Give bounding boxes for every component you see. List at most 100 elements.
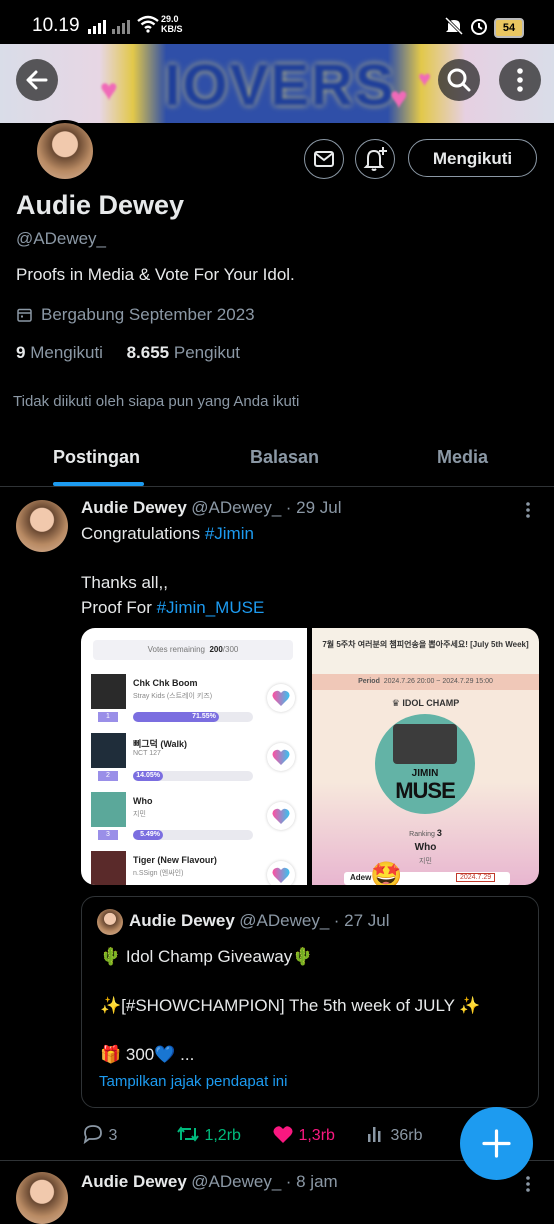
vote-heart-button[interactable] <box>267 743 295 771</box>
album-thumbnail <box>91 851 126 885</box>
heart-decoration-icon: ♥ <box>100 74 118 107</box>
vote-rank: 3 <box>98 830 118 840</box>
more-options-button[interactable] <box>499 59 541 101</box>
retweet-button[interactable]: 1,2rb <box>176 1124 241 1145</box>
following-label: Mengikuti <box>30 343 103 362</box>
vote-song-artist: Stray Kids (스트레이 키즈) <box>133 693 213 700</box>
ranking-value: 3 <box>436 828 442 838</box>
votes-total: /300 <box>222 645 239 654</box>
following-button[interactable]: Mengikuti <box>408 139 537 177</box>
views-button[interactable]: 36rb <box>366 1124 422 1145</box>
album-thumbnail <box>91 792 126 827</box>
vote-progress-fill: 5.49% <box>133 830 163 840</box>
like-button[interactable]: 1,3rb <box>272 1124 335 1145</box>
tweet-line-1: Congratulations #Jimin <box>81 522 254 546</box>
followers-label: Pengikut <box>173 343 241 362</box>
envelope-icon <box>314 151 334 167</box>
heart-decoration-icon: ♥ <box>390 82 408 115</box>
vote-heart-icon <box>272 867 290 883</box>
vote-song-title: Chk Chk Boom <box>133 678 198 688</box>
following-link[interactable]: 9 Mengikuti <box>16 343 103 362</box>
net-speed-value: 29.0 <box>161 14 179 24</box>
tweet-author-name[interactable]: Audie Dewey <box>81 498 187 517</box>
heart-decoration-icon: ♥ <box>418 66 432 91</box>
tweet-line-3: Proof For #Jimin_MUSE <box>81 596 264 620</box>
message-button[interactable] <box>304 139 344 179</box>
vote-song-artist: n.SSign (엔싸인) <box>133 870 184 877</box>
media-image-vote-list[interactable]: Votes remaining 200/300 1 Chk Chk Boom Str… <box>81 628 307 885</box>
tweet-more-icon[interactable] <box>518 500 538 520</box>
quoted-author-name: Audie Dewey <box>129 911 235 930</box>
poll-header: 7월 5주차 여러분의 챔피언송을 뽑아주세요! [July 5th Week] <box>322 640 529 649</box>
album-thumbnail <box>91 674 126 709</box>
mute-icon <box>444 16 464 36</box>
join-date: Bergabung September 2023 <box>41 305 255 324</box>
wifi-icon <box>137 15 159 33</box>
net-speed-unit: KB/S <box>161 24 183 34</box>
signal-icon <box>88 20 130 34</box>
vote-heart-button[interactable] <box>267 861 295 885</box>
notifications-button[interactable] <box>355 139 395 179</box>
profile-bio: Proofs in Media & Vote For Your Idol. <box>16 265 295 284</box>
ranking-label: Ranking <box>409 831 435 838</box>
vote-heart-button[interactable] <box>267 802 295 830</box>
retweet-icon <box>177 1126 199 1142</box>
tweet-header: Audie Dewey @ADewey_ · 29 Jul <box>81 498 341 518</box>
album-art: JIMIN MUSE <box>375 714 475 814</box>
vote-song-title: Tiger (New Flavour) <box>133 855 217 865</box>
tab-media[interactable]: Media <box>437 447 488 468</box>
calendar-icon <box>17 308 32 322</box>
tab-posts[interactable]: Postingan <box>53 447 140 468</box>
tweet-date: · 29 Jul <box>285 498 342 517</box>
tweet-media[interactable]: Votes remaining 200/300 1 Chk Chk Boom Str… <box>81 628 539 885</box>
divider <box>0 486 554 487</box>
back-button[interactable] <box>16 59 58 101</box>
tweet-avatar[interactable] <box>16 500 68 552</box>
profile-name: Audie Dewey <box>16 190 185 220</box>
star-struck-emoji-icon: 🤩 <box>370 860 403 885</box>
retweet-count: 1,2rb <box>204 1127 241 1144</box>
followers-link[interactable]: 8.655 Pengikut <box>127 343 240 362</box>
search-button[interactable] <box>438 59 480 101</box>
album-photo <box>393 724 457 764</box>
vote-heart-icon <box>272 808 290 824</box>
votes-value: 200 <box>209 645 223 654</box>
banner-text: IOVERS <box>164 53 396 118</box>
quoted-tweet[interactable]: Audie Dewey @ADewey_ · 27 Jul 🌵 Idol Cha… <box>81 896 539 1108</box>
period-label: Period <box>358 678 380 685</box>
battery-indicator: 54 <box>494 18 524 38</box>
plus-icon <box>482 1129 511 1158</box>
vote-row[interactable]: 1 Chk Chk Boom Stray Kids (스트레이 키즈) 71.55% <box>81 672 307 727</box>
vote-row[interactable]: 2 삐그덕 (Walk) NCT 127 14.05% <box>81 731 307 786</box>
compose-post-button[interactable] <box>460 1107 533 1180</box>
vote-progress-fill: 14.05% <box>133 771 163 781</box>
vote-progress-bar: 14.05% <box>133 771 253 781</box>
followed-by-note: Tidak diikuti oleh siapa pun yang Anda i… <box>13 393 300 410</box>
quoted-tweet-avatar <box>97 909 123 935</box>
show-poll-link[interactable]: Tampilkan jajak pendapat ini <box>99 1073 287 1090</box>
vote-progress-fill: 71.55% <box>133 712 219 722</box>
vote-row[interactable]: Tiger (New Flavour) n.SSign (엔싸인) <box>81 849 307 885</box>
vote-heart-button[interactable] <box>267 684 295 712</box>
more-vertical-icon <box>517 68 523 92</box>
tweet-author-name[interactable]: Audie Dewey <box>81 1172 187 1191</box>
quoted-line-1: 🌵 Idol Champ Giveaway🌵 <box>100 947 314 966</box>
reply-icon <box>83 1125 102 1145</box>
profile-avatar[interactable] <box>34 120 96 182</box>
hashtag-link[interactable]: #Jimin <box>205 524 254 543</box>
media-image-idol-champ[interactable]: 7월 5주차 여러분의 챔피언송을 뽑아주세요! [July 5th Week]… <box>312 628 539 885</box>
tweet-text: Proof For <box>81 598 157 617</box>
tab-replies[interactable]: Balasan <box>250 447 319 468</box>
reply-button[interactable]: 3 <box>82 1124 117 1145</box>
tweet-header: Audie Dewey @ADewey_ · 8 jam <box>81 1172 338 1192</box>
vote-song-title: 삐그덕 (Walk) <box>133 739 188 749</box>
alarm-icon <box>471 19 487 35</box>
net-speed: 29.0 KB/S <box>161 14 183 34</box>
album-thumbnail <box>91 733 126 768</box>
hashtag-link[interactable]: #Jimin_MUSE <box>157 598 265 617</box>
tweet-author-handle: @ADewey_ <box>191 1172 282 1191</box>
tweet-avatar[interactable] <box>16 1172 68 1224</box>
vote-song-artist: 지민 <box>133 811 146 818</box>
vote-row[interactable]: 3 Who 지민 5.49% <box>81 790 307 845</box>
tweet-text: Congratulations <box>81 524 205 543</box>
